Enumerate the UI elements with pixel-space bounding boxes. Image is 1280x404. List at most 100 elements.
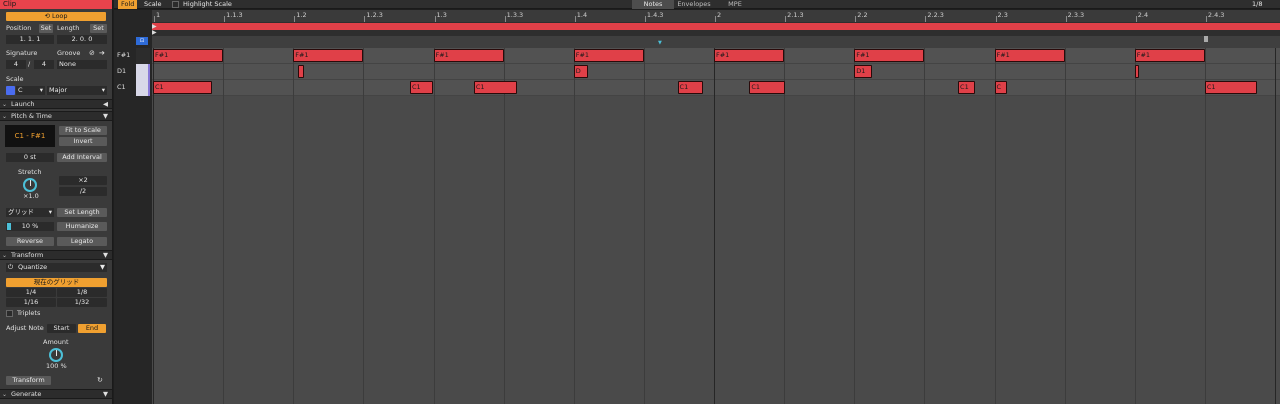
highlight-scale-checkbox[interactable] <box>172 1 179 8</box>
ruler-label: 2.4.3 <box>1207 11 1225 19</box>
position-set-button[interactable]: Set <box>39 24 53 33</box>
collapse-down-icon: ▼ <box>103 390 108 398</box>
expand-chevron-icon: ⌄ <box>2 101 8 108</box>
pitch-time-section-header[interactable]: ⌄ Pitch & Time ▼ <box>0 111 112 121</box>
humanize-amount-fill <box>7 223 11 230</box>
stretch-label: Stretch <box>18 168 42 176</box>
midi-note[interactable]: F#1 <box>153 49 224 62</box>
invert-button[interactable]: Invert <box>59 137 107 146</box>
grid-line <box>1134 48 1136 404</box>
midi-note[interactable]: D <box>573 65 588 78</box>
midi-note[interactable]: C1 <box>473 81 517 94</box>
humanize-button[interactable]: Humanize <box>57 222 107 231</box>
adjust-end-button[interactable]: End <box>78 324 106 333</box>
quantize-1-16-button[interactable]: 1/16 <box>6 298 56 307</box>
midi-note[interactable]: F#1 <box>293 49 364 62</box>
adjust-start-button[interactable]: Start <box>47 324 76 333</box>
semitone-field[interactable]: 0 st <box>6 153 54 162</box>
midi-note[interactable]: C1 <box>677 81 704 94</box>
loop-brace[interactable]: ▶ ▶ <box>152 22 1280 36</box>
fit-to-scale-button[interactable]: Fit to Scale <box>59 126 107 135</box>
expand-chevron-icon: ⌄ <box>2 113 8 120</box>
midi-note[interactable]: F#1 <box>433 49 504 62</box>
reverse-button[interactable]: Reverse <box>6 237 54 246</box>
transform-section-header[interactable]: ⌄ Transform ▼ <box>0 250 112 260</box>
length-set-button[interactable]: Set <box>90 24 107 33</box>
midi-note[interactable]: F#1 <box>994 49 1065 62</box>
groove-select[interactable]: None <box>57 60 107 69</box>
midi-note[interactable]: C1 <box>749 81 785 94</box>
stretch-knob[interactable] <box>23 178 37 192</box>
grid-select[interactable]: グリッド ▾ <box>6 208 54 217</box>
key-fsharp1[interactable] <box>136 48 150 64</box>
ruler-label: 1.1.3 <box>226 11 243 19</box>
midi-note[interactable]: F#1 <box>714 49 785 62</box>
notes-area[interactable]: F#1 F#1 F#1 F#1 F#1 F#1 F#1 F#1 D D1 C1 C1 C1 C1 C1 C1 C… <box>152 48 1280 404</box>
tab-envelopes[interactable]: Envelopes <box>676 0 712 9</box>
midi-note[interactable]: D1 <box>854 65 873 78</box>
groove-hotswap-icon[interactable]: ⊘ <box>89 49 95 58</box>
stretch-div2-button[interactable]: /2 <box>59 187 107 196</box>
midi-note[interactable]: C1 <box>1204 81 1258 94</box>
midi-note[interactable]: C1 <box>153 81 212 94</box>
transform-button[interactable]: Transform <box>6 376 51 385</box>
fold-indicator-icon[interactable]: ⊡ <box>136 37 148 45</box>
tab-mpe[interactable]: MPE <box>720 0 750 9</box>
midi-note[interactable]: C1 <box>958 81 975 94</box>
quantize-1-8-button[interactable]: 1/8 <box>57 288 107 297</box>
position-label: Position <box>6 24 32 32</box>
grid-value[interactable]: 1/8 <box>1252 0 1262 9</box>
clip-end-marker[interactable] <box>1204 36 1208 42</box>
loop-button[interactable]: ⟲ Loop <box>6 12 106 21</box>
midi-note[interactable] <box>297 65 305 78</box>
tab-notes[interactable]: Notes <box>632 0 674 9</box>
transform-mode-select[interactable]: ⏻ Quantize ▼ <box>6 263 107 272</box>
humanize-amount-field[interactable]: 10 % <box>6 222 54 231</box>
length-label: Length <box>57 24 80 32</box>
expand-chevron-icon: ⌄ <box>2 391 8 398</box>
groove-arrow-icon[interactable]: ➔ <box>99 49 105 58</box>
position-field[interactable]: 1. 1. 1 <box>6 35 54 44</box>
scale-root-select[interactable]: C ▾ <box>16 86 45 95</box>
midi-note[interactable]: C1 <box>409 81 434 94</box>
lane-c1[interactable] <box>152 80 1280 96</box>
midi-note[interactable]: F#1 <box>573 49 644 62</box>
editor-toolbar: Fold Scale Highlight Scale Notes Envelop… <box>114 0 1280 9</box>
launch-section-header[interactable]: ⌄ Launch ◀ <box>0 99 112 109</box>
lane-d1[interactable] <box>152 64 1280 80</box>
signature-denominator[interactable]: 4 <box>34 60 54 69</box>
fold-button[interactable]: Fold <box>118 0 138 9</box>
add-interval-button[interactable]: Add Interval <box>57 153 107 162</box>
expand-chevron-icon: ⌄ <box>2 252 8 259</box>
current-grid-button[interactable]: 現在のグリッド <box>6 278 107 287</box>
loop-region[interactable] <box>152 23 1280 30</box>
scale-button[interactable]: Scale <box>144 0 162 9</box>
refresh-icon[interactable]: ↻ <box>97 376 103 385</box>
quantize-1-32-button[interactable]: 1/32 <box>57 298 107 307</box>
midi-note[interactable] <box>1134 65 1140 78</box>
set-length-button[interactable]: Set Length <box>57 208 107 217</box>
signature-numerator[interactable]: 4 <box>6 60 26 69</box>
midi-note[interactable]: C <box>994 81 1007 94</box>
stretch-x2-button[interactable]: ×2 <box>59 176 107 185</box>
legato-button[interactable]: Legato <box>57 237 107 246</box>
midi-note[interactable]: F#1 <box>854 49 925 62</box>
scale-toggle[interactable] <box>6 86 15 95</box>
ruler-label: 1.3 <box>436 11 447 19</box>
length-field[interactable]: 2. 0. 0 <box>57 35 107 44</box>
note-grid[interactable]: 1 1.1.3 1.2 1.2.3 1.3 1.3.3 1.4 1.4.3 2 2.1.3 2.2 2… <box>152 10 1280 404</box>
ruler-label: 1.3.3 <box>506 11 524 19</box>
midi-note[interactable]: F#1 <box>1134 49 1205 62</box>
quantize-1-4-button[interactable]: 1/4 <box>6 288 56 297</box>
beat-ruler[interactable]: 1 1.1.3 1.2 1.2.3 1.3 1.3.3 1.4 1.4.3 2 2.1.3 2.2 2… <box>152 10 1280 22</box>
key-label-d1: D1 <box>117 67 127 75</box>
scale-mode-select[interactable]: Major ▾ <box>47 86 107 95</box>
grid-line <box>573 48 575 404</box>
amount-knob[interactable] <box>49 348 63 362</box>
piano-keys: ⊡ F#1 D1 C1 <box>114 10 152 404</box>
triplets-checkbox[interactable] <box>6 310 13 317</box>
generate-section-header[interactable]: ⌄ Generate ▼ <box>0 389 112 399</box>
scale-label: Scale <box>6 75 24 83</box>
pitch-range-display: C1 - F#1 <box>5 125 55 147</box>
grid-line <box>714 48 715 404</box>
